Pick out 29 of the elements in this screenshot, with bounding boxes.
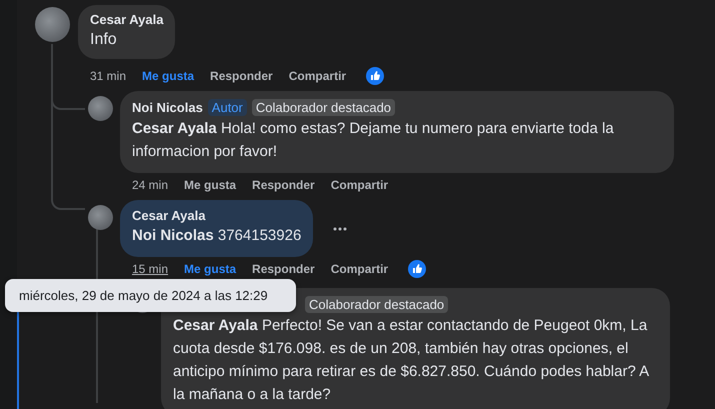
thumbs-up-icon — [408, 260, 426, 278]
avatar[interactable] — [88, 96, 113, 121]
comment-text: Cesar Ayala Hola! como estas? Dejame tu numero para enviarte toda la informacion por favor! — [132, 119, 615, 162]
author-name[interactable]: Cesar Ayala — [90, 12, 164, 27]
comment-text: Noi Nicolas 3764153926 — [132, 226, 302, 246]
like-link[interactable]: Me gusta — [184, 178, 236, 192]
author-name[interactable]: Cesar Ayala — [132, 208, 206, 223]
comment-text: Info — [90, 30, 118, 50]
timestamp-link[interactable]: 31 min — [90, 69, 126, 83]
reply-link[interactable]: Responder — [252, 178, 315, 192]
more-options-icon[interactable] — [333, 226, 348, 230]
like-link[interactable]: Me gusta — [184, 262, 236, 276]
author-name[interactable]: Noi Nicolas — [132, 100, 203, 115]
share-link[interactable]: Compartir — [330, 178, 388, 192]
reply-link[interactable]: Responder — [210, 69, 273, 83]
avatar[interactable] — [88, 205, 113, 230]
share-link[interactable]: Compartir — [330, 262, 388, 276]
reply-link[interactable]: Responder — [252, 262, 315, 276]
contributor-badge: Colaborador destacado — [252, 99, 396, 116]
date-tooltip: miércoles, 29 de mayo de 2024 a las 12:29 — [5, 279, 296, 312]
comment-text: Cesar Ayala Perfecto! Se van a estar contactando de Peugeot 0km, La cuota desde $176.098. es de un 208, también hay otras opciones, el anticipo mínimo para retirar es de $6.827.850. Cuándo podes hablar? A la mañana o a la tarde? — [173, 316, 650, 405]
contributor-badge: Colaborador destacado — [305, 296, 448, 313]
timestamp-link[interactable]: 15 min — [132, 262, 168, 276]
avatar[interactable] — [35, 7, 70, 42]
share-link[interactable]: Compartir — [288, 69, 346, 83]
thumbs-up-icon — [366, 67, 384, 85]
author-badge: Autor — [208, 99, 247, 116]
like-link[interactable]: Me gusta — [142, 69, 194, 83]
timestamp-link[interactable]: 24 min — [132, 178, 168, 192]
